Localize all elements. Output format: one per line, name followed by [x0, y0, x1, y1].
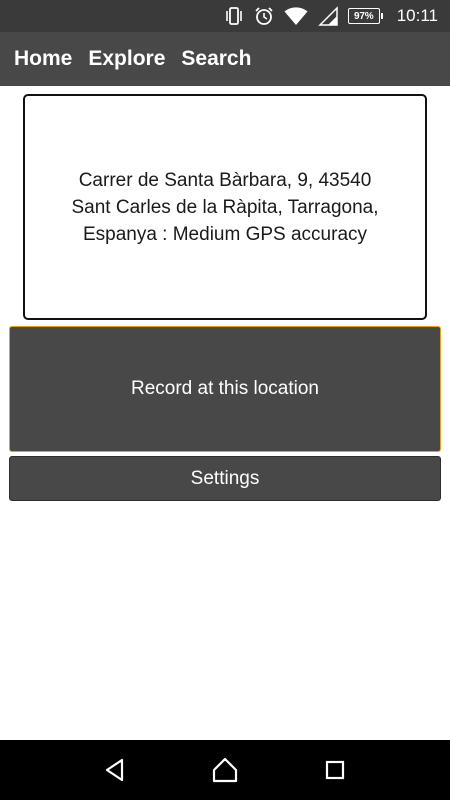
- battery-percent: 97%: [347, 8, 380, 24]
- recents-icon[interactable]: [315, 750, 355, 790]
- vibrate-icon: [224, 7, 244, 25]
- address-line-3: Espanya : Medium GPS accuracy: [82, 223, 368, 245]
- battery-tip: [380, 13, 383, 19]
- address-line-1: Carrer de Santa Bàrbara, 9, 43540: [78, 169, 372, 191]
- alarm-icon: [254, 6, 274, 26]
- nav-search[interactable]: Search: [181, 47, 251, 71]
- nav-home[interactable]: Home: [14, 47, 72, 71]
- home-icon[interactable]: [205, 750, 245, 790]
- address-line-2: Sant Carles de la Ràpita, Tarragona,: [71, 196, 379, 218]
- nav-explore[interactable]: Explore: [88, 47, 165, 71]
- location-address: Carrer de Santa Bàrbara, 9, 43540 Sant C…: [72, 167, 379, 248]
- back-icon[interactable]: [95, 750, 135, 790]
- status-bar: 97% 10:11: [0, 0, 450, 32]
- record-location-button[interactable]: Record at this location: [9, 326, 441, 452]
- location-address-box: Carrer de Santa Bàrbara, 9, 43540 Sant C…: [23, 94, 427, 320]
- wifi-icon: [284, 6, 308, 26]
- app-screen: 97% 10:11 Home Explore Search Carrer de …: [0, 0, 450, 800]
- system-nav-bar: [0, 740, 450, 800]
- top-nav: Home Explore Search: [0, 32, 450, 86]
- signal-icon: [317, 6, 338, 26]
- battery-indicator: 97%: [347, 8, 383, 24]
- settings-button[interactable]: Settings: [9, 456, 441, 501]
- status-clock: 10:11: [396, 6, 438, 25]
